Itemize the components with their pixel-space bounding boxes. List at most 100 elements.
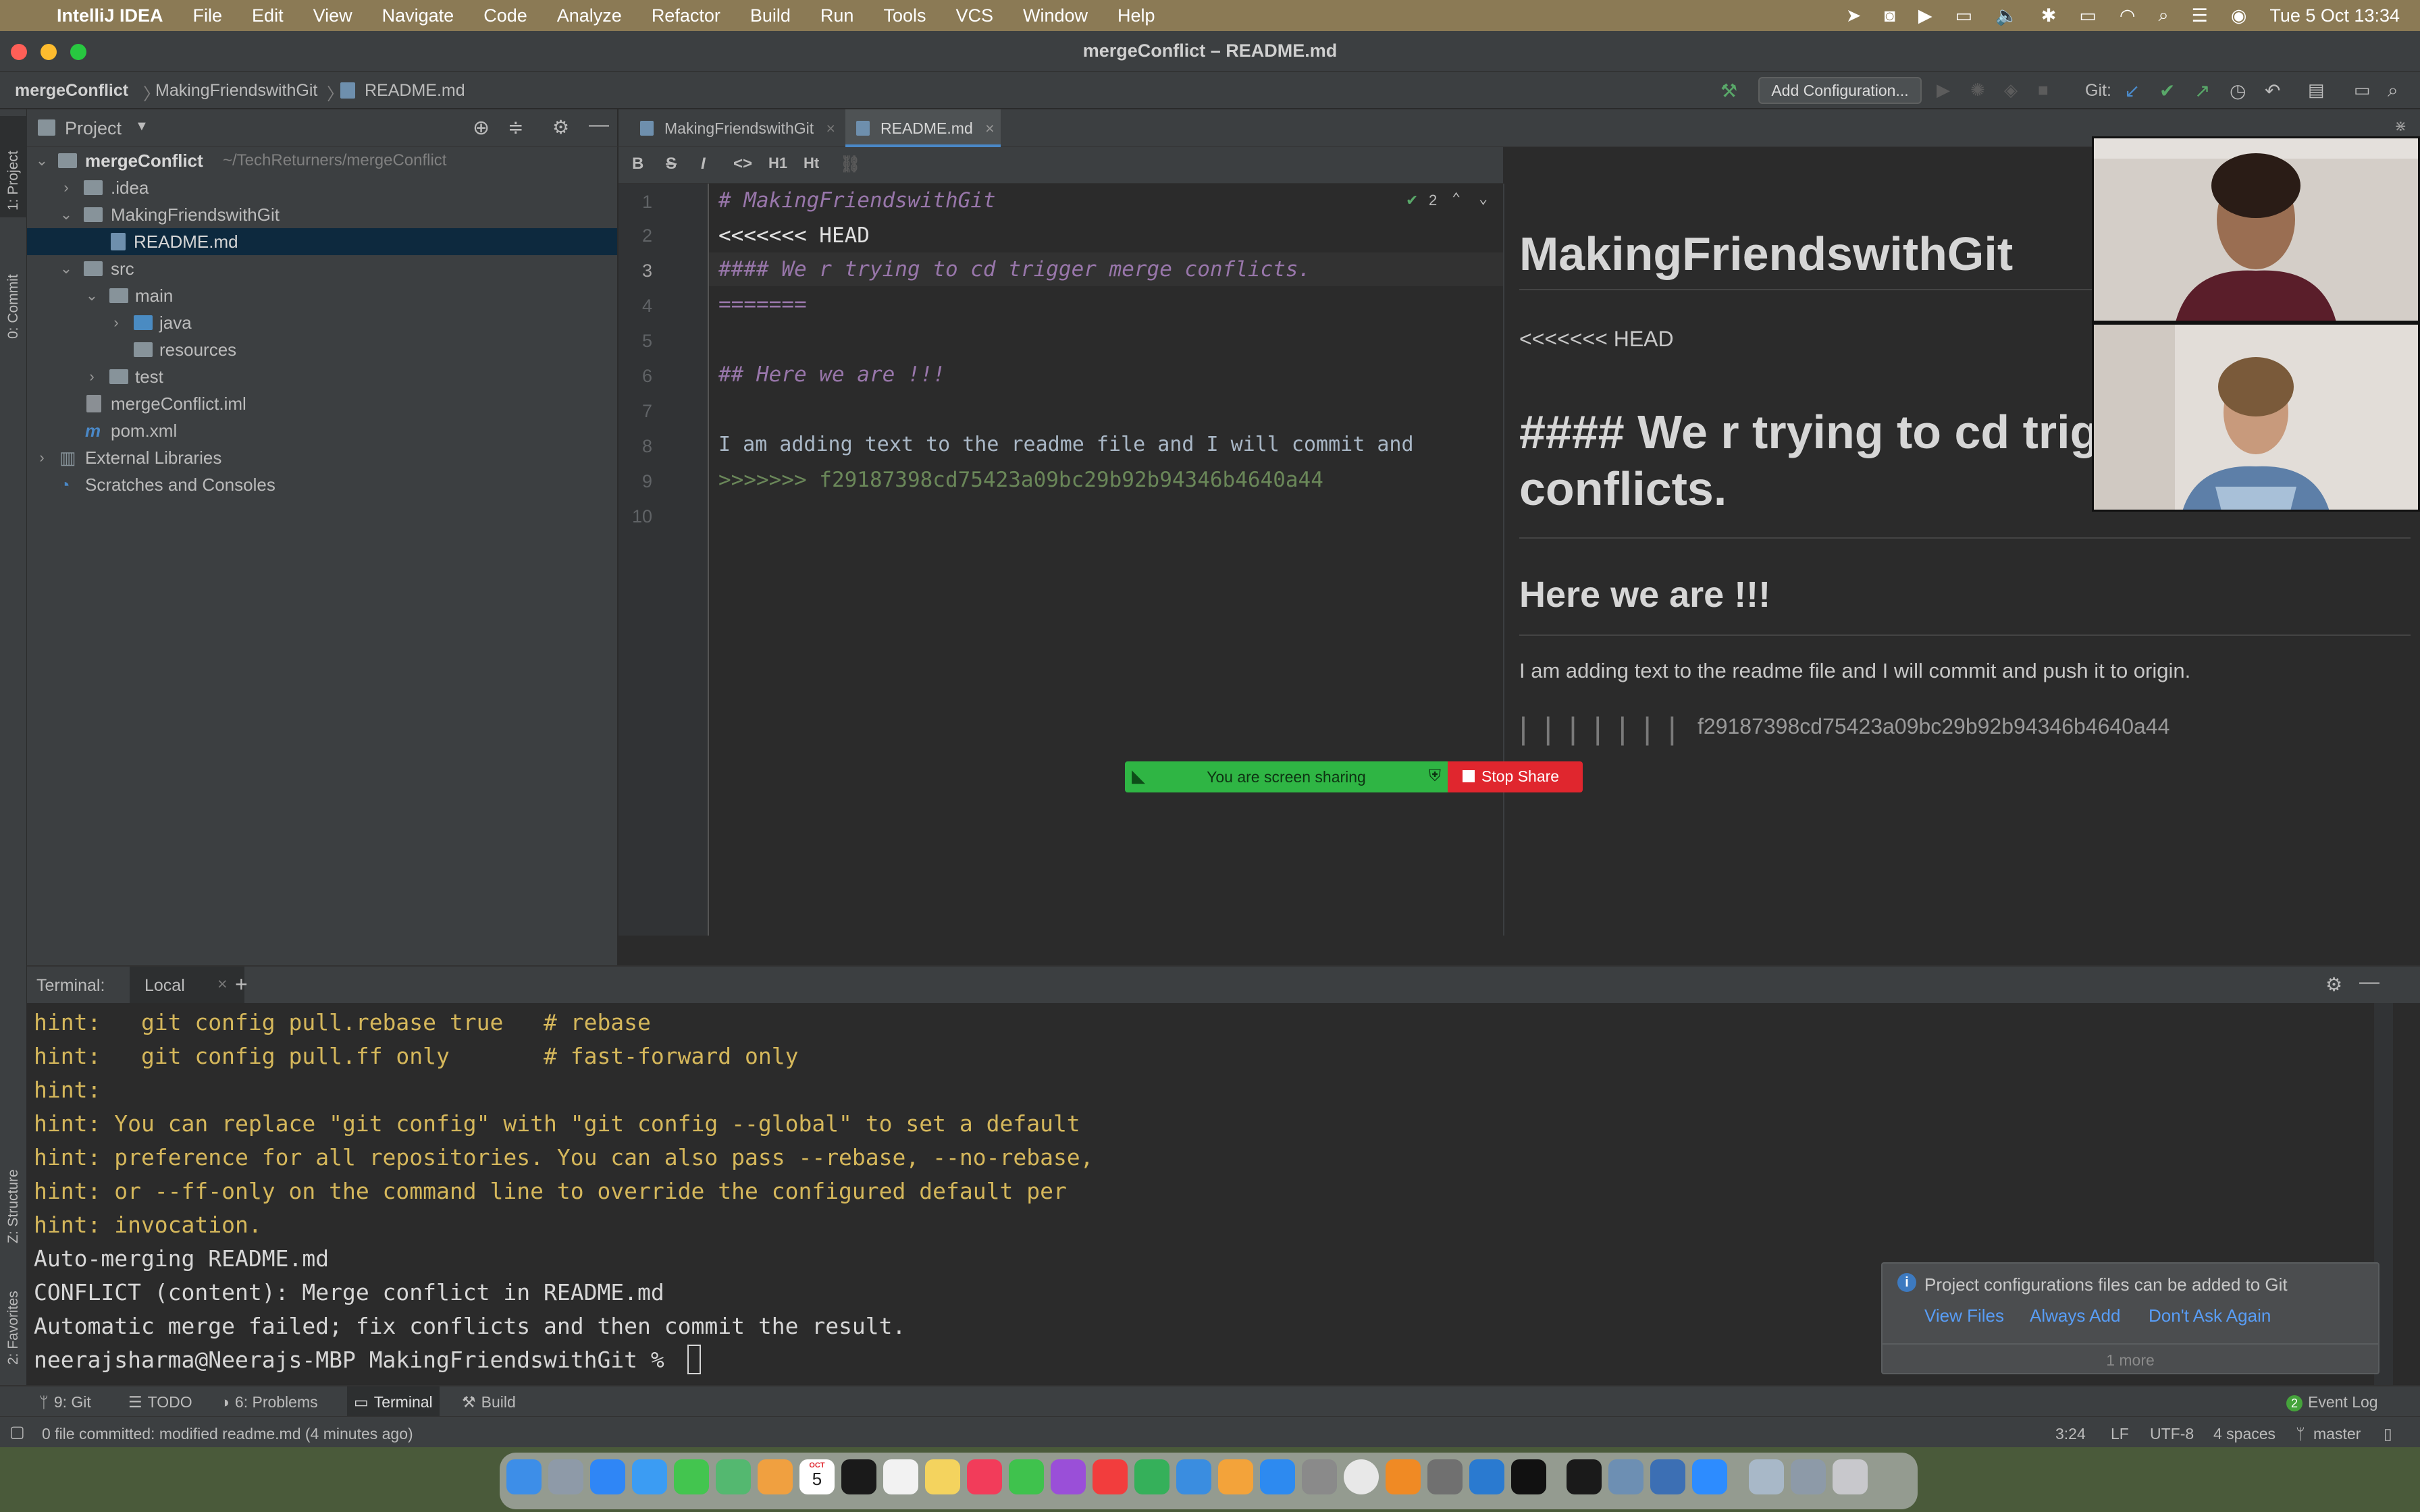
intellij-icon[interactable] (1511, 1459, 1546, 1494)
tree-item-iml[interactable]: mergeConflict.iml (27, 390, 617, 417)
menu-app-name[interactable]: IntelliJ IDEA (42, 5, 178, 26)
line-separator[interactable]: LF (2111, 1425, 2129, 1443)
git-commit-icon[interactable]: ✔ (2159, 80, 2181, 101)
chevron-down-icon[interactable]: ⌄ (84, 282, 100, 309)
breadcrumb-project[interactable]: mergeConflict (15, 81, 128, 101)
collapse-all-icon[interactable]: ≑ (508, 116, 523, 138)
sublime-text-icon[interactable] (1386, 1459, 1421, 1494)
chevron-down-icon[interactable]: ⌄ (1479, 190, 1488, 207)
notes-icon[interactable] (925, 1459, 960, 1494)
play-icon[interactable]: ▶ (1918, 5, 1932, 26)
add-tab-icon[interactable]: + (235, 972, 248, 997)
chevron-down-icon[interactable]: ⌄ (58, 255, 74, 282)
debug-icon[interactable]: ✺ (1970, 80, 1992, 101)
mail-icon[interactable] (632, 1459, 667, 1494)
maps-icon[interactable] (716, 1459, 751, 1494)
chevron-right-icon[interactable]: › (58, 174, 74, 201)
terminal-app-icon[interactable] (1567, 1459, 1602, 1494)
structure-tool-tab[interactable]: Z: Structure (0, 1129, 27, 1250)
breadcrumb-folder[interactable]: MakingFriendswithGit (155, 81, 317, 101)
git-branch[interactable]: master (2313, 1425, 2361, 1443)
menu-help[interactable]: Help (1103, 5, 1170, 26)
launchpad-icon[interactable] (548, 1459, 583, 1494)
terminal-tab-local[interactable]: Local × (130, 967, 244, 1004)
news-icon[interactable] (1093, 1459, 1128, 1494)
bluetooth-icon[interactable]: ✱ (2041, 5, 2057, 26)
favorites-tool-tab[interactable]: 2: Favorites (0, 1264, 27, 1372)
project-structure-icon[interactable]: ▤ (2308, 80, 2330, 101)
safari-icon[interactable] (590, 1459, 625, 1494)
downloads-stack-icon[interactable] (1791, 1459, 1826, 1494)
chevron-down-icon[interactable]: ▼ (135, 119, 149, 134)
numbers-icon[interactable] (1134, 1459, 1169, 1494)
tree-item-main[interactable]: ⌄ main (27, 282, 617, 309)
display-icon[interactable]: ▭ (1955, 5, 1973, 26)
video-participant-2[interactable] (2092, 323, 2420, 512)
close-icon[interactable]: × (217, 975, 228, 994)
rollback-icon[interactable]: ↶ (2265, 80, 2286, 101)
pin-icon[interactable]: ⋇ (2394, 117, 2406, 135)
tool-build[interactable]: ⚒ Build (462, 1393, 516, 1411)
menu-code[interactable]: Code (469, 5, 542, 26)
hammer-build-icon[interactable]: ⚒ (1720, 80, 1742, 101)
header-up-button[interactable]: Ht (804, 155, 819, 172)
siri-icon[interactable]: ◉ (2231, 5, 2247, 26)
project-tool-tab[interactable]: 1: Project (0, 116, 27, 217)
git-push-icon[interactable]: ↗ (2194, 80, 2216, 101)
add-configuration-button[interactable]: Add Configuration... (1758, 77, 1922, 104)
memory-indicator-icon[interactable]: ▯ (2384, 1425, 2392, 1443)
chevron-right-icon[interactable]: › (34, 444, 50, 471)
folder-stack-icon[interactable] (1749, 1459, 1784, 1494)
tree-item-resources[interactable]: resources (27, 336, 617, 363)
tree-item-src[interactable]: ⌄ src (27, 255, 617, 282)
hide-panel-icon[interactable]: — (589, 113, 609, 136)
status-app-icon[interactable]: ◙ (1885, 5, 1895, 26)
menu-file[interactable]: File (178, 5, 238, 26)
code-button[interactable]: <> (733, 155, 752, 173)
video-participant-1[interactable] (2092, 136, 2420, 323)
preview-app-icon[interactable] (1608, 1459, 1643, 1494)
menu-window[interactable]: Window (1008, 5, 1103, 26)
wifi-icon[interactable]: ◠ (2120, 5, 2136, 26)
tree-item-makingfriendswithgit[interactable]: ⌄ MakingFriendswithGit (27, 201, 617, 228)
vscode-icon[interactable] (1469, 1459, 1504, 1494)
menu-build[interactable]: Build (735, 5, 806, 26)
header-down-button[interactable]: H1 (768, 155, 787, 172)
photos-icon[interactable] (758, 1459, 793, 1494)
menu-refactor[interactable]: Refactor (637, 5, 735, 26)
caret-position[interactable]: 3:24 (2055, 1425, 2086, 1443)
menu-run[interactable]: Run (806, 5, 869, 26)
view-files-link[interactable]: View Files (1924, 1305, 2004, 1326)
file-encoding[interactable]: UTF-8 (2150, 1425, 2194, 1443)
tool-todo[interactable]: ☰ TODO (128, 1393, 192, 1411)
menu-view[interactable]: View (298, 5, 367, 26)
system-preferences-icon[interactable] (1302, 1459, 1337, 1494)
tab-makingfriendswithgit[interactable]: MakingFriendswithGit × (629, 109, 845, 147)
chevron-down-icon[interactable]: ⌄ (34, 147, 50, 174)
tree-item-java[interactable]: › java (27, 309, 617, 336)
chrome-icon[interactable] (1344, 1459, 1379, 1494)
music-icon[interactable] (967, 1459, 1002, 1494)
share-status-bar[interactable]: ◣ You are screen sharing ⛨ (1125, 761, 1448, 792)
search-everywhere-icon[interactable]: ⌕ (2388, 80, 2409, 101)
toggle-tool-windows-icon[interactable]: ▢ (9, 1422, 25, 1442)
tree-item-project-root[interactable]: ⌄ mergeConflict ~/TechReturners/mergeCon… (27, 147, 617, 174)
chevron-right-icon[interactable]: › (108, 309, 124, 336)
keynote-icon[interactable] (1176, 1459, 1211, 1494)
tree-item-external-libraries[interactable]: › ▥ External Libraries (27, 444, 617, 471)
italic-button[interactable]: I (701, 155, 706, 173)
notification-more-link[interactable]: 1 more (1883, 1351, 2378, 1370)
pages-icon[interactable] (1218, 1459, 1253, 1494)
locate-file-icon[interactable]: ⊕ (473, 116, 490, 140)
location-icon[interactable]: ➤ (1846, 5, 1862, 26)
menu-navigate[interactable]: Navigate (367, 5, 469, 26)
battery-icon[interactable]: ▭ (2079, 5, 2097, 26)
link-icon[interactable]: ⛓ (840, 155, 860, 174)
always-add-link[interactable]: Always Add (2030, 1305, 2120, 1326)
chevron-right-icon[interactable]: › (84, 363, 100, 390)
close-icon[interactable]: × (826, 119, 835, 137)
coverage-icon[interactable]: ◈ (2004, 80, 2026, 101)
volume-icon[interactable]: 🔈 (1995, 5, 2018, 26)
git-update-icon[interactable]: ↙ (2124, 80, 2146, 101)
menubar-datetime[interactable]: Tue 5 Oct 13:34 (2269, 5, 2400, 26)
